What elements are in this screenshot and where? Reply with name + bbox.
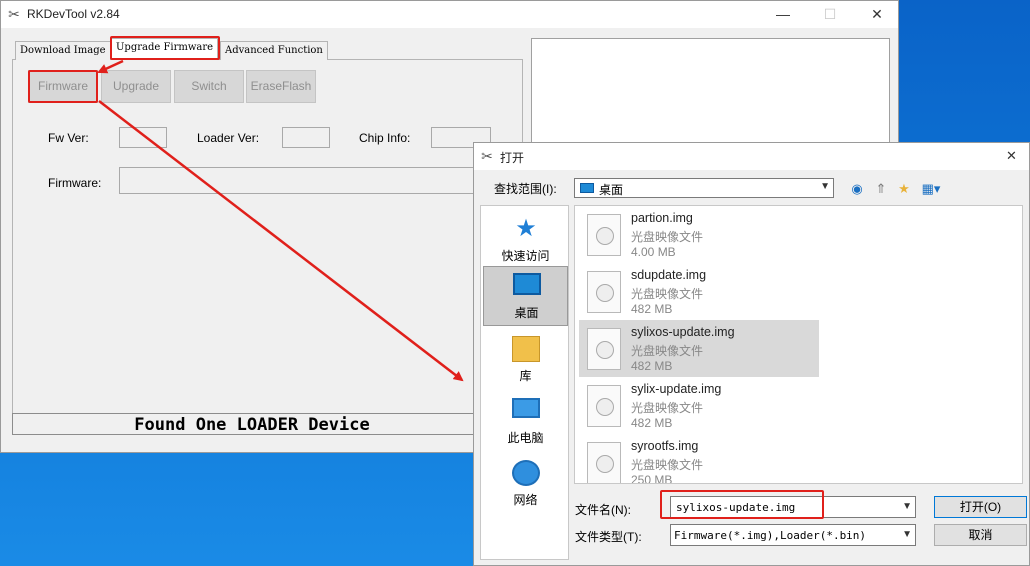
file-list: partion.img 光盘映像文件 4.00 MB sdupdate.img …: [574, 205, 1023, 484]
computer-icon: [512, 398, 540, 418]
file-type: 光盘映像文件: [631, 344, 704, 358]
disc-image-icon: [587, 271, 621, 313]
network-globe-icon: [512, 460, 540, 486]
arrow-tab-to-firmware: [97, 59, 124, 74]
dialog-title-bar[interactable]: ✂ 打开 ✕: [474, 143, 1029, 170]
place-label: 此电脑: [507, 431, 544, 445]
place-label: 桌面: [514, 306, 539, 320]
lookin-value: 桌面: [599, 183, 624, 197]
file-size: 482 MB: [631, 359, 673, 373]
place-label: 库: [519, 369, 532, 383]
filename-label: 文件名(N):: [575, 503, 631, 517]
lookin-label: 查找范围(I):: [494, 182, 557, 196]
place-desktop[interactable]: 桌面: [483, 266, 568, 326]
file-item[interactable]: partion.img 光盘映像文件 4.00 MB: [579, 206, 819, 263]
place-label: 网络: [513, 493, 538, 507]
dialog-app-icon: ✂: [481, 148, 493, 164]
file-size: 4.00 MB: [631, 245, 676, 259]
file-type: 光盘映像文件: [631, 287, 704, 301]
file-size: 250 MB: [631, 473, 673, 484]
place-network[interactable]: 网络: [483, 454, 568, 514]
file-size: 482 MB: [631, 416, 673, 430]
filename-highlight-box: [660, 490, 824, 519]
up-folder-icon[interactable]: ⇑: [872, 181, 890, 197]
view-menu-icon[interactable]: ▦▾: [918, 181, 944, 197]
dialog-close-button[interactable]: ✕: [1006, 148, 1017, 164]
place-this-pc[interactable]: 此电脑: [483, 392, 568, 452]
new-folder-icon[interactable]: ★: [895, 181, 913, 197]
file-size: 482 MB: [631, 302, 673, 316]
filetype-value: Firmware(*.img),Loader(*.bin): [674, 529, 867, 542]
star-icon: ★: [515, 215, 537, 242]
back-icon[interactable]: ◉: [848, 181, 866, 197]
file-name: syrootfs.img: [631, 439, 699, 453]
file-item[interactable]: syrootfs.img 光盘映像文件 250 MB: [579, 434, 819, 484]
place-label: 快速访问: [501, 249, 550, 263]
place-libraries[interactable]: 库: [483, 330, 568, 390]
open-button[interactable]: 打开(O): [934, 496, 1027, 518]
library-folder-icon: [512, 336, 540, 362]
desktop-icon: [580, 183, 594, 193]
lookin-dropdown[interactable]: 桌面 ▼: [574, 178, 834, 198]
desktop-icon: [513, 273, 541, 295]
file-name: partion.img: [631, 211, 693, 225]
disc-image-icon: [587, 328, 621, 370]
disc-image-icon: [587, 385, 621, 427]
file-name: sylixos-update.img: [631, 325, 735, 339]
chevron-down-icon: ▼: [902, 529, 912, 540]
file-item[interactable]: sdupdate.img 光盘映像文件 482 MB: [579, 263, 819, 320]
disc-image-icon: [587, 442, 621, 483]
arrow-firmware-to-dialog: [98, 100, 464, 382]
place-quick-access[interactable]: ★ 快速访问: [483, 210, 568, 270]
chevron-down-icon: ▼: [902, 501, 912, 512]
file-name: sylix-update.img: [631, 382, 722, 396]
places-bar: ★ 快速访问 桌面 库 此电脑 网络: [480, 205, 569, 560]
chevron-down-icon: ▼: [820, 181, 830, 192]
dialog-title: 打开: [500, 151, 525, 165]
open-file-dialog: ✂ 打开 ✕ 查找范围(I): 桌面 ▼ ◉ ⇑ ★ ▦▾ ★ 快速访问 桌面 …: [473, 142, 1030, 566]
file-item[interactable]: sylix-update.img 光盘映像文件 482 MB: [579, 377, 819, 434]
disc-image-icon: [587, 214, 621, 256]
file-item-selected[interactable]: sylixos-update.img 光盘映像文件 482 MB: [579, 320, 819, 377]
file-type: 光盘映像文件: [631, 458, 704, 472]
file-type: 光盘映像文件: [631, 230, 704, 244]
file-name: sdupdate.img: [631, 268, 707, 282]
file-type: 光盘映像文件: [631, 401, 704, 415]
filetype-label: 文件类型(T):: [575, 530, 642, 544]
cancel-button[interactable]: 取消: [934, 524, 1027, 546]
filetype-dropdown[interactable]: Firmware(*.img),Loader(*.bin) ▼: [670, 524, 916, 546]
